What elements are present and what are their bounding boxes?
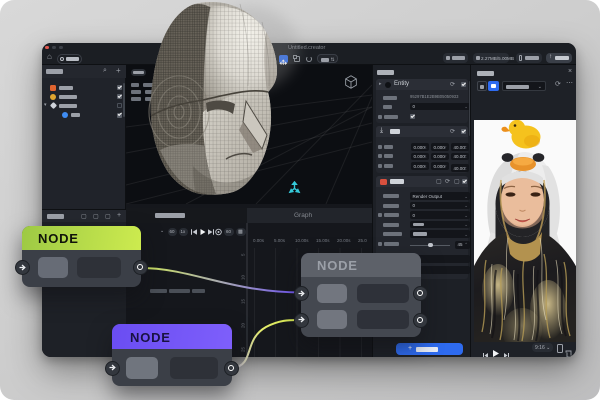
svg-text:10: 10	[241, 274, 246, 280]
svg-text:5: 5	[241, 253, 246, 256]
svg-text:25: 25	[241, 346, 246, 352]
svg-text:15: 15	[241, 298, 246, 304]
svg-text:20: 20	[241, 322, 246, 328]
